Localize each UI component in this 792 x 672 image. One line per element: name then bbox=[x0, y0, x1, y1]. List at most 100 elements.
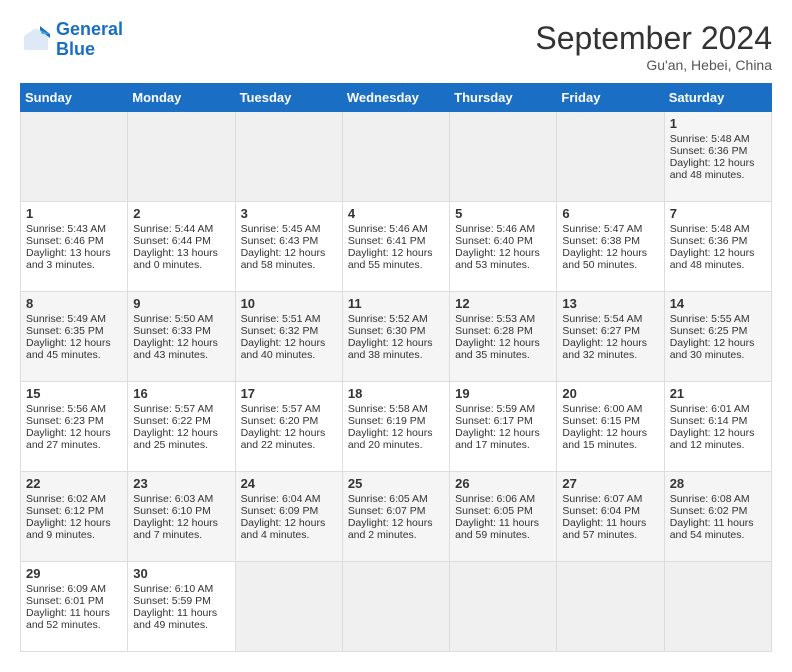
calendar-table: SundayMondayTuesdayWednesdayThursdayFrid… bbox=[20, 83, 772, 652]
calendar-cell: 6Sunrise: 5:47 AMSunset: 6:38 PMDaylight… bbox=[557, 202, 664, 292]
logo-line1: General bbox=[56, 19, 123, 39]
day-number: 15 bbox=[26, 386, 122, 401]
title-block: September 2024 Gu'an, Hebei, China bbox=[535, 20, 772, 73]
sunrise-text: Sunrise: 6:05 AM bbox=[348, 493, 444, 505]
daylight-text: Daylight: 12 hours and 48 minutes. bbox=[670, 157, 766, 181]
page-header: General Blue September 2024 Gu'an, Hebei… bbox=[20, 20, 772, 73]
daylight-text: Daylight: 12 hours and 9 minutes. bbox=[26, 517, 122, 541]
header-sunday: Sunday bbox=[21, 84, 128, 112]
day-number: 17 bbox=[241, 386, 337, 401]
calendar-cell: 4Sunrise: 5:46 AMSunset: 6:41 PMDaylight… bbox=[342, 202, 449, 292]
day-number: 10 bbox=[241, 296, 337, 311]
daylight-text: Daylight: 12 hours and 55 minutes. bbox=[348, 247, 444, 271]
sunset-text: Sunset: 6:15 PM bbox=[562, 415, 658, 427]
day-number: 29 bbox=[26, 566, 122, 581]
calendar-cell: 30Sunrise: 6:10 AMSunset: 5:59 PMDayligh… bbox=[128, 562, 235, 652]
daylight-text: Daylight: 12 hours and 27 minutes. bbox=[26, 427, 122, 451]
sunrise-text: Sunrise: 5:56 AM bbox=[26, 403, 122, 415]
day-number: 11 bbox=[348, 296, 444, 311]
sunrise-text: Sunrise: 5:48 AM bbox=[670, 133, 766, 145]
sunset-text: Sunset: 6:33 PM bbox=[133, 325, 229, 337]
daylight-text: Daylight: 12 hours and 20 minutes. bbox=[348, 427, 444, 451]
calendar-cell: 28Sunrise: 6:08 AMSunset: 6:02 PMDayligh… bbox=[664, 472, 771, 562]
daylight-text: Daylight: 12 hours and 7 minutes. bbox=[133, 517, 229, 541]
daylight-text: Daylight: 12 hours and 45 minutes. bbox=[26, 337, 122, 361]
calendar-cell bbox=[21, 112, 128, 202]
sunrise-text: Sunrise: 5:47 AM bbox=[562, 223, 658, 235]
header-friday: Friday bbox=[557, 84, 664, 112]
daylight-text: Daylight: 13 hours and 0 minutes. bbox=[133, 247, 229, 271]
daylight-text: Daylight: 11 hours and 49 minutes. bbox=[133, 607, 229, 631]
sunrise-text: Sunrise: 5:46 AM bbox=[348, 223, 444, 235]
sunset-text: Sunset: 6:05 PM bbox=[455, 505, 551, 517]
calendar-cell: 15Sunrise: 5:56 AMSunset: 6:23 PMDayligh… bbox=[21, 382, 128, 472]
day-number: 6 bbox=[562, 206, 658, 221]
calendar-cell: 23Sunrise: 6:03 AMSunset: 6:10 PMDayligh… bbox=[128, 472, 235, 562]
sunset-text: Sunset: 6:35 PM bbox=[26, 325, 122, 337]
sunrise-text: Sunrise: 5:54 AM bbox=[562, 313, 658, 325]
calendar-cell: 22Sunrise: 6:02 AMSunset: 6:12 PMDayligh… bbox=[21, 472, 128, 562]
day-number: 5 bbox=[455, 206, 551, 221]
sunset-text: Sunset: 6:02 PM bbox=[670, 505, 766, 517]
sunrise-text: Sunrise: 6:09 AM bbox=[26, 583, 122, 595]
calendar-cell: 1 Sunrise: 5:48 AMSunset: 6:36 PMDaylight… bbox=[664, 112, 771, 202]
day-number: 1 bbox=[26, 206, 122, 221]
header-saturday: Saturday bbox=[664, 84, 771, 112]
daylight-text: Daylight: 12 hours and 35 minutes. bbox=[455, 337, 551, 361]
daylight-text: Daylight: 11 hours and 52 minutes. bbox=[26, 607, 122, 631]
calendar-cell: 18Sunrise: 5:58 AMSunset: 6:19 PMDayligh… bbox=[342, 382, 449, 472]
daylight-text: Daylight: 12 hours and 2 minutes. bbox=[348, 517, 444, 541]
day-number: 28 bbox=[670, 476, 766, 491]
calendar-week-row: 1Sunrise: 5:43 AMSunset: 6:46 PMDaylight… bbox=[21, 202, 772, 292]
sunrise-text: Sunrise: 6:02 AM bbox=[26, 493, 122, 505]
calendar-cell: 19Sunrise: 5:59 AMSunset: 6:17 PMDayligh… bbox=[450, 382, 557, 472]
day-number: 9 bbox=[133, 296, 229, 311]
logo-line2: Blue bbox=[56, 39, 95, 59]
day-number: 2 bbox=[133, 206, 229, 221]
calendar-week-row: 29Sunrise: 6:09 AMSunset: 6:01 PMDayligh… bbox=[21, 562, 772, 652]
calendar-cell: 27Sunrise: 6:07 AMSunset: 6:04 PMDayligh… bbox=[557, 472, 664, 562]
calendar-cell: 3Sunrise: 5:45 AMSunset: 6:43 PMDaylight… bbox=[235, 202, 342, 292]
sunset-text: Sunset: 6:10 PM bbox=[133, 505, 229, 517]
calendar-cell: 20Sunrise: 6:00 AMSunset: 6:15 PMDayligh… bbox=[557, 382, 664, 472]
day-number: 18 bbox=[348, 386, 444, 401]
daylight-text: Daylight: 12 hours and 43 minutes. bbox=[133, 337, 229, 361]
day-number: 21 bbox=[670, 386, 766, 401]
daylight-text: Daylight: 12 hours and 53 minutes. bbox=[455, 247, 551, 271]
daylight-text: Daylight: 12 hours and 38 minutes. bbox=[348, 337, 444, 361]
sunset-text: Sunset: 6:27 PM bbox=[562, 325, 658, 337]
sunset-text: Sunset: 6:38 PM bbox=[562, 235, 658, 247]
day-number: 20 bbox=[562, 386, 658, 401]
sunrise-text: Sunrise: 5:51 AM bbox=[241, 313, 337, 325]
day-number: 16 bbox=[133, 386, 229, 401]
daylight-text: Daylight: 12 hours and 40 minutes. bbox=[241, 337, 337, 361]
calendar-cell bbox=[235, 112, 342, 202]
calendar-week-row: 8Sunrise: 5:49 AMSunset: 6:35 PMDaylight… bbox=[21, 292, 772, 382]
calendar-cell: 25Sunrise: 6:05 AMSunset: 6:07 PMDayligh… bbox=[342, 472, 449, 562]
day-number: 30 bbox=[133, 566, 229, 581]
logo: General Blue bbox=[20, 20, 123, 60]
daylight-text: Daylight: 12 hours and 22 minutes. bbox=[241, 427, 337, 451]
daylight-text: Daylight: 12 hours and 58 minutes. bbox=[241, 247, 337, 271]
sunrise-text: Sunrise: 6:00 AM bbox=[562, 403, 658, 415]
sunrise-text: Sunrise: 5:49 AM bbox=[26, 313, 122, 325]
calendar-week-row: 22Sunrise: 6:02 AMSunset: 6:12 PMDayligh… bbox=[21, 472, 772, 562]
calendar-cell: 29Sunrise: 6:09 AMSunset: 6:01 PMDayligh… bbox=[21, 562, 128, 652]
calendar-cell bbox=[557, 562, 664, 652]
daylight-text: Daylight: 13 hours and 3 minutes. bbox=[26, 247, 122, 271]
day-number: 25 bbox=[348, 476, 444, 491]
sunset-text: Sunset: 6:36 PM bbox=[670, 145, 766, 157]
daylight-text: Daylight: 12 hours and 25 minutes. bbox=[133, 427, 229, 451]
sunset-text: Sunset: 6:09 PM bbox=[241, 505, 337, 517]
sunset-text: Sunset: 6:40 PM bbox=[455, 235, 551, 247]
sunset-text: Sunset: 6:44 PM bbox=[133, 235, 229, 247]
calendar-cell bbox=[342, 562, 449, 652]
sunrise-text: Sunrise: 5:50 AM bbox=[133, 313, 229, 325]
day-number: 1 bbox=[670, 116, 766, 131]
sunset-text: Sunset: 6:32 PM bbox=[241, 325, 337, 337]
calendar-cell: 14Sunrise: 5:55 AMSunset: 6:25 PMDayligh… bbox=[664, 292, 771, 382]
calendar-cell: 8Sunrise: 5:49 AMSunset: 6:35 PMDaylight… bbox=[21, 292, 128, 382]
sunrise-text: Sunrise: 5:57 AM bbox=[241, 403, 337, 415]
daylight-text: Daylight: 12 hours and 48 minutes. bbox=[670, 247, 766, 271]
calendar-cell: 16Sunrise: 5:57 AMSunset: 6:22 PMDayligh… bbox=[128, 382, 235, 472]
